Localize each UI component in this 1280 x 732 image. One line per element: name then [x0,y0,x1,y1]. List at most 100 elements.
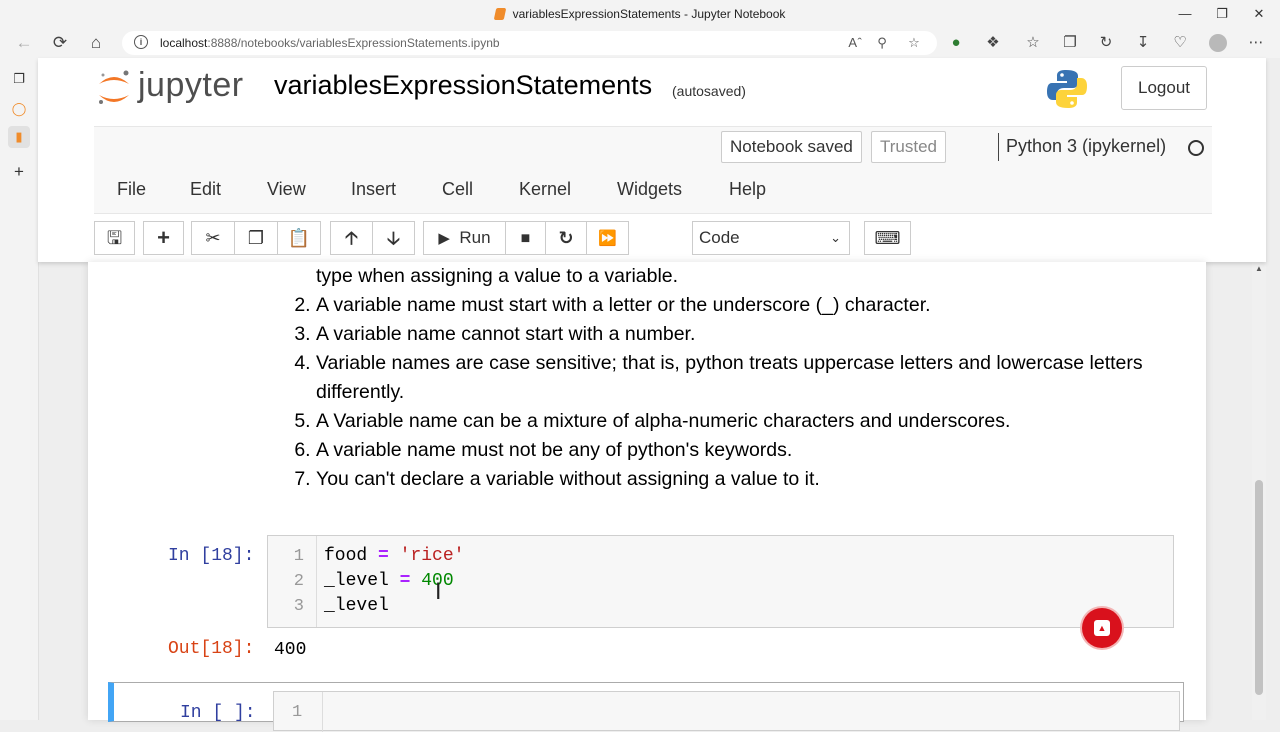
notebook-saved-indicator: Notebook saved [721,131,862,163]
browser-toolbar: ← ⟳ ⌂ i localhost:8888/notebooks/variabl… [0,28,1280,58]
copy-button[interactable]: ❐ [234,221,278,255]
code-line[interactable]: _level [324,596,389,616]
scissors-icon: ✂ [205,228,221,248]
extension-globe-icon[interactable]: ● [945,28,967,58]
home-icon[interactable]: ⌂ [84,28,108,58]
cell-output: 400 [274,640,307,660]
autosave-status: (autosaved) [672,83,746,99]
read-aloud-icon[interactable]: A ̂ [844,31,864,55]
trusted-indicator[interactable]: Trusted [871,131,947,163]
menu-insert[interactable]: Insert [351,179,396,200]
insert-cell-button[interactable]: + [143,221,184,255]
restart-button[interactable]: ↻ [545,221,587,255]
run-label: Run [459,228,491,247]
move-down-button[interactable]: 🡣 [372,221,415,255]
run-button[interactable]: ▶ Run [423,221,506,255]
save-icon: 🖫 [106,228,123,248]
logout-button[interactable]: Logout [1121,66,1207,110]
kernel-divider [998,133,999,161]
menu-widgets[interactable]: Widgets [617,179,682,200]
collections-icon[interactable]: ❐ [1059,28,1081,58]
downloads-icon[interactable]: ↧ [1132,28,1154,58]
list-item: A variable name cannot start with a numb… [316,320,1178,349]
menu-help[interactable]: Help [729,179,766,200]
jupyter-wordmark[interactable]: jupyter [138,66,244,105]
rule-continuation: type when assigning a value to a variabl… [316,265,679,287]
list-item: Variable names are case sensitive; that … [316,349,1178,407]
code-editor[interactable]: 1 [273,691,1180,732]
gutter-divider [322,692,323,732]
cell-input-prompt: In [18]: [168,546,255,566]
list-item: You can't declare a variable without ass… [316,465,1178,494]
back-icon[interactable]: ← [12,28,36,58]
notebook-tab-icon[interactable]: ▮ [8,126,30,148]
line-number: 1 [293,547,304,566]
refresh-icon[interactable]: ⟳ [48,28,72,58]
markdown-cell[interactable]: type when assigning a value to a variabl… [288,262,1178,494]
more-menu-icon[interactable]: ⋯ [1245,28,1267,58]
restart-icon: ↻ [558,228,574,248]
line-number: 1 [292,703,303,722]
fast-forward-icon: ⏩ [598,230,617,247]
notebook-title[interactable]: variablesExpressionStatements [274,70,652,101]
scroll-up-icon[interactable]: ▲ [1252,262,1266,276]
scrollbar-thumb[interactable] [1255,480,1263,695]
text-cursor-icon: I [435,580,442,605]
profile-avatar[interactable] [1209,34,1227,52]
zoom-icon[interactable]: ⚲ [872,31,892,55]
minimize-icon[interactable]: — [1167,0,1203,28]
chevron-down-icon: ⌄ [830,230,841,245]
jupyter-tab-icon[interactable]: ◯ [8,98,30,120]
arrow-up-icon: ▲ [1094,620,1110,636]
site-info-icon[interactable]: i [134,35,148,49]
favorite-add-icon[interactable]: ☆ [904,31,924,55]
plus-icon: + [157,225,170,250]
jupyter-favicon-icon [493,8,506,20]
keyboard-icon: ⌨ [874,228,901,248]
page-scrollbar[interactable]: ▲ [1252,260,1266,720]
move-up-button[interactable]: 🡡 [330,221,373,255]
paste-button[interactable]: 📋 [277,221,321,255]
kernel-name[interactable]: Python 3 (ipykernel) [1006,136,1166,157]
command-palette-button[interactable]: ⌨ [864,221,911,255]
scroll-to-top-button[interactable]: ▲ [1082,608,1122,648]
selected-empty-cell[interactable]: In [ ]: 1 [108,682,1184,732]
favorites-icon[interactable]: ☆ [1022,28,1044,58]
address-bar[interactable]: i localhost:8888/notebooks/variablesExpr… [122,31,937,55]
paste-icon: 📋 [287,228,311,248]
menu-view[interactable]: View [267,179,306,200]
jupyter-logo-icon [99,70,129,104]
stop-icon: ■ [520,230,531,247]
menu-kernel[interactable]: Kernel [519,179,571,200]
cell-input-prompt: In [ ]: [180,703,256,723]
menubar: Notebook saved Trusted Python 3 (ipykern… [94,126,1212,214]
history-icon[interactable]: ↻ [1095,28,1117,58]
list-item: A variable name must start with a letter… [316,291,1178,320]
save-button[interactable]: 🖫 [94,221,135,255]
list-item: A Variable name can be a mixture of alph… [316,407,1178,436]
menu-cell[interactable]: Cell [442,179,473,200]
arrow-down-icon: 🡣 [387,228,400,248]
browser-sidebar: ❐ ◯ ▮ + [0,58,39,720]
interrupt-button[interactable]: ■ [505,221,546,255]
url-text[interactable]: localhost:8888/notebooks/variablesExpres… [160,31,500,55]
cell-type-select[interactable]: Code ⌄ [692,221,850,255]
code-line[interactable]: food = 'rice' [324,546,464,566]
window-titlebar: variablesExpressionStatements - Jupyter … [0,0,1280,28]
restart-run-all-button[interactable]: ⏩ [586,221,629,255]
line-number: 3 [293,597,304,616]
menu-edit[interactable]: Edit [190,179,221,200]
maximize-icon[interactable]: ❐ [1204,0,1240,28]
rules-list: A variable name must start with a letter… [288,291,1178,494]
extensions-icon[interactable]: ❖ [982,28,1004,58]
list-item: A variable name must not be any of pytho… [316,436,1178,465]
code-editor[interactable]: 1 2 3 food = 'rice' _level = 400 _level … [267,535,1174,628]
close-window-icon[interactable]: ✕ [1241,0,1277,28]
tab-actions-icon[interactable]: ❐ [8,68,30,90]
menu-file[interactable]: File [117,179,146,200]
line-number: 2 [293,572,304,591]
play-icon: ▶ [438,230,450,247]
performance-icon[interactable]: ♡ [1169,28,1191,58]
cut-button[interactable]: ✂ [191,221,235,255]
new-tab-icon[interactable]: + [8,161,30,183]
